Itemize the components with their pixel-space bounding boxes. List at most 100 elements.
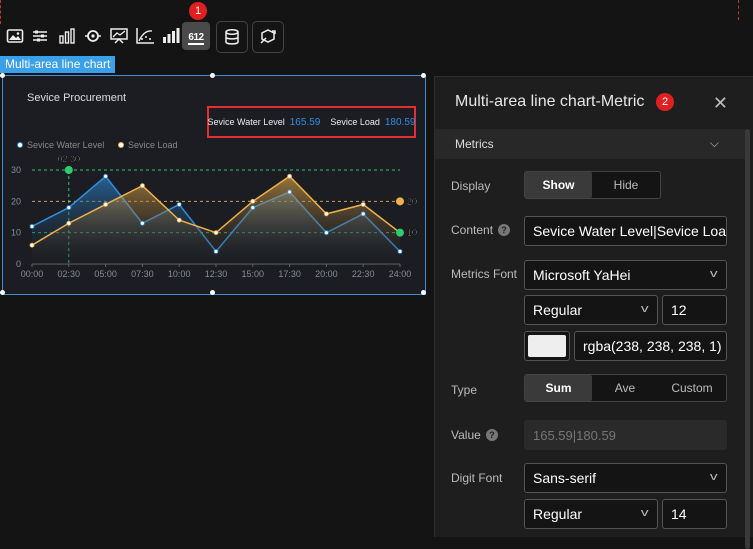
metric-value-load: 180.59 [384, 116, 416, 128]
data-point [397, 249, 403, 254]
data-point [360, 202, 366, 207]
x-tick-label: 05:00 [94, 269, 117, 279]
legend-marker-load [118, 142, 124, 148]
chevron-down-icon: v [640, 303, 649, 315]
sliders-icon[interactable] [26, 22, 54, 50]
type-ave-option[interactable]: Ave [592, 375, 658, 401]
chevron-down-icon: v [709, 471, 718, 483]
data-point [287, 189, 293, 195]
legend-marker-water-level [17, 142, 23, 148]
type-custom-option[interactable]: Custom [658, 375, 726, 401]
x-tick-label: 12:30 [205, 269, 228, 279]
legend-item-load[interactable]: Sevice Load [118, 140, 178, 150]
value-label: Value [451, 428, 481, 442]
data-point [29, 223, 35, 229]
display-label: Display [451, 179, 491, 193]
y-tick-label: 30 [11, 165, 21, 175]
data-point [103, 202, 108, 207]
marker-label: 02:30 [58, 154, 81, 164]
y-tick-label: 20 [11, 196, 21, 206]
metrics-weight-select[interactable]: Regular v [524, 295, 658, 325]
type-toggle: Sum Ave Custom [524, 374, 727, 402]
digit-weight-select[interactable]: Regular v [524, 499, 658, 529]
resize-handle-bottom-right[interactable] [421, 290, 426, 295]
legend-label-load: Sevice Load [128, 140, 178, 150]
value-label-row: Value ? [451, 428, 498, 442]
cube-link-icon[interactable] [252, 21, 284, 53]
type-sum-option[interactable]: Sum [525, 375, 592, 401]
resize-handle-bottom[interactable] [210, 290, 215, 295]
metrics-color-input[interactable]: rgba(238, 238, 238, 1) [574, 331, 727, 361]
data-point [66, 205, 72, 211]
section-metrics-header[interactable]: Metrics ⌵ [435, 129, 745, 159]
data-point [139, 220, 145, 226]
marker-point [396, 228, 404, 237]
x-tick-label: 20:00 [315, 269, 338, 279]
metrics-color-fill [528, 335, 566, 357]
multi-area-line-chart-widget[interactable]: 0 10 20 30 00:00 02:30 05:00 07:30 10:00 12:30 15:… [0, 73, 426, 295]
help-icon[interactable]: ? [485, 429, 498, 441]
marker-label: 10 [407, 228, 417, 238]
column-chart-icon[interactable] [157, 22, 185, 50]
marker-point [396, 197, 404, 206]
digit-font-select[interactable]: Sans-serif v [524, 463, 727, 493]
bar-chart-icon[interactable] [53, 22, 81, 50]
metrics-font-select[interactable]: Microsoft YaHei v [524, 260, 727, 290]
chevron-down-icon: ⌵ [709, 136, 719, 150]
chevron-down-icon: v [640, 507, 649, 519]
data-point [213, 230, 219, 236]
content-input[interactable]: Sevice Water Level|Sevice Load [524, 216, 727, 246]
panel-scrollbar[interactable] [745, 129, 750, 549]
x-tick-label: 22:30 [352, 269, 375, 279]
data-point [139, 183, 145, 189]
digit-font-value: Sans-serif [533, 470, 597, 486]
metrics-display: Sevice Water Level 165.59 Sevice Load 18… [207, 106, 416, 138]
data-point [29, 242, 35, 248]
y-tick-label: 10 [11, 228, 21, 238]
chart-title: Sevice Procurement [27, 92, 127, 104]
data-point [103, 173, 108, 179]
x-tick-label: 10:00 [168, 269, 191, 279]
data-point [176, 217, 182, 223]
legend-item-water-level[interactable]: Sevice Water Level [17, 140, 104, 150]
data-point [323, 230, 329, 236]
image-icon[interactable] [1, 22, 29, 50]
display-hide-option[interactable]: Hide [592, 172, 660, 198]
scatter-curve-icon[interactable] [131, 22, 159, 50]
metrics-weight-value: Regular [533, 302, 583, 318]
resize-handle-top[interactable] [210, 73, 215, 78]
metrics-size-input[interactable]: 12 [662, 295, 727, 325]
marker-point [64, 166, 73, 174]
x-tick-label: 15:00 [242, 269, 265, 279]
chevron-down-icon: v [709, 268, 718, 280]
digital-number-icon-text: 612 [188, 27, 204, 45]
help-icon[interactable]: ? [498, 224, 511, 236]
widget-name-tag[interactable]: Multi-area line chart [0, 56, 116, 73]
step-badge-1: 1 [189, 2, 207, 20]
y-tick-label: 0 [16, 259, 21, 269]
x-tick-label: 24:00 [389, 269, 412, 279]
target-icon[interactable] [79, 22, 107, 50]
metric-settings-panel: Multi-area line chart-Metric 2 ✕ Metrics… [434, 76, 753, 549]
database-icon[interactable] [216, 21, 248, 53]
metrics-color-swatch[interactable] [524, 331, 570, 361]
monitor-chart-icon[interactable] [105, 22, 133, 50]
marker-label: 20 [407, 196, 417, 206]
digital-number-icon[interactable]: 612 [182, 22, 210, 50]
display-show-option[interactable]: Show [525, 172, 592, 198]
x-tick-label: 07:30 [131, 269, 154, 279]
resize-handle-top-right[interactable] [421, 73, 426, 78]
close-icon[interactable]: ✕ [713, 93, 728, 114]
type-label: Type [451, 383, 478, 397]
x-tick-label: 17:30 [278, 269, 301, 279]
x-tick-label: 02:30 [58, 269, 81, 279]
metrics-font-label: Metrics Font [451, 267, 518, 281]
digit-size-input[interactable]: 14 [662, 499, 727, 529]
metrics-font-value: Microsoft YaHei [533, 267, 631, 283]
resize-handle-bottom-left[interactable] [0, 290, 5, 295]
metric-label-load: Sevice Load [330, 117, 380, 127]
data-point [176, 202, 182, 207]
data-point [250, 198, 256, 204]
resize-handle-top-left[interactable] [0, 73, 5, 78]
data-point [66, 220, 72, 226]
